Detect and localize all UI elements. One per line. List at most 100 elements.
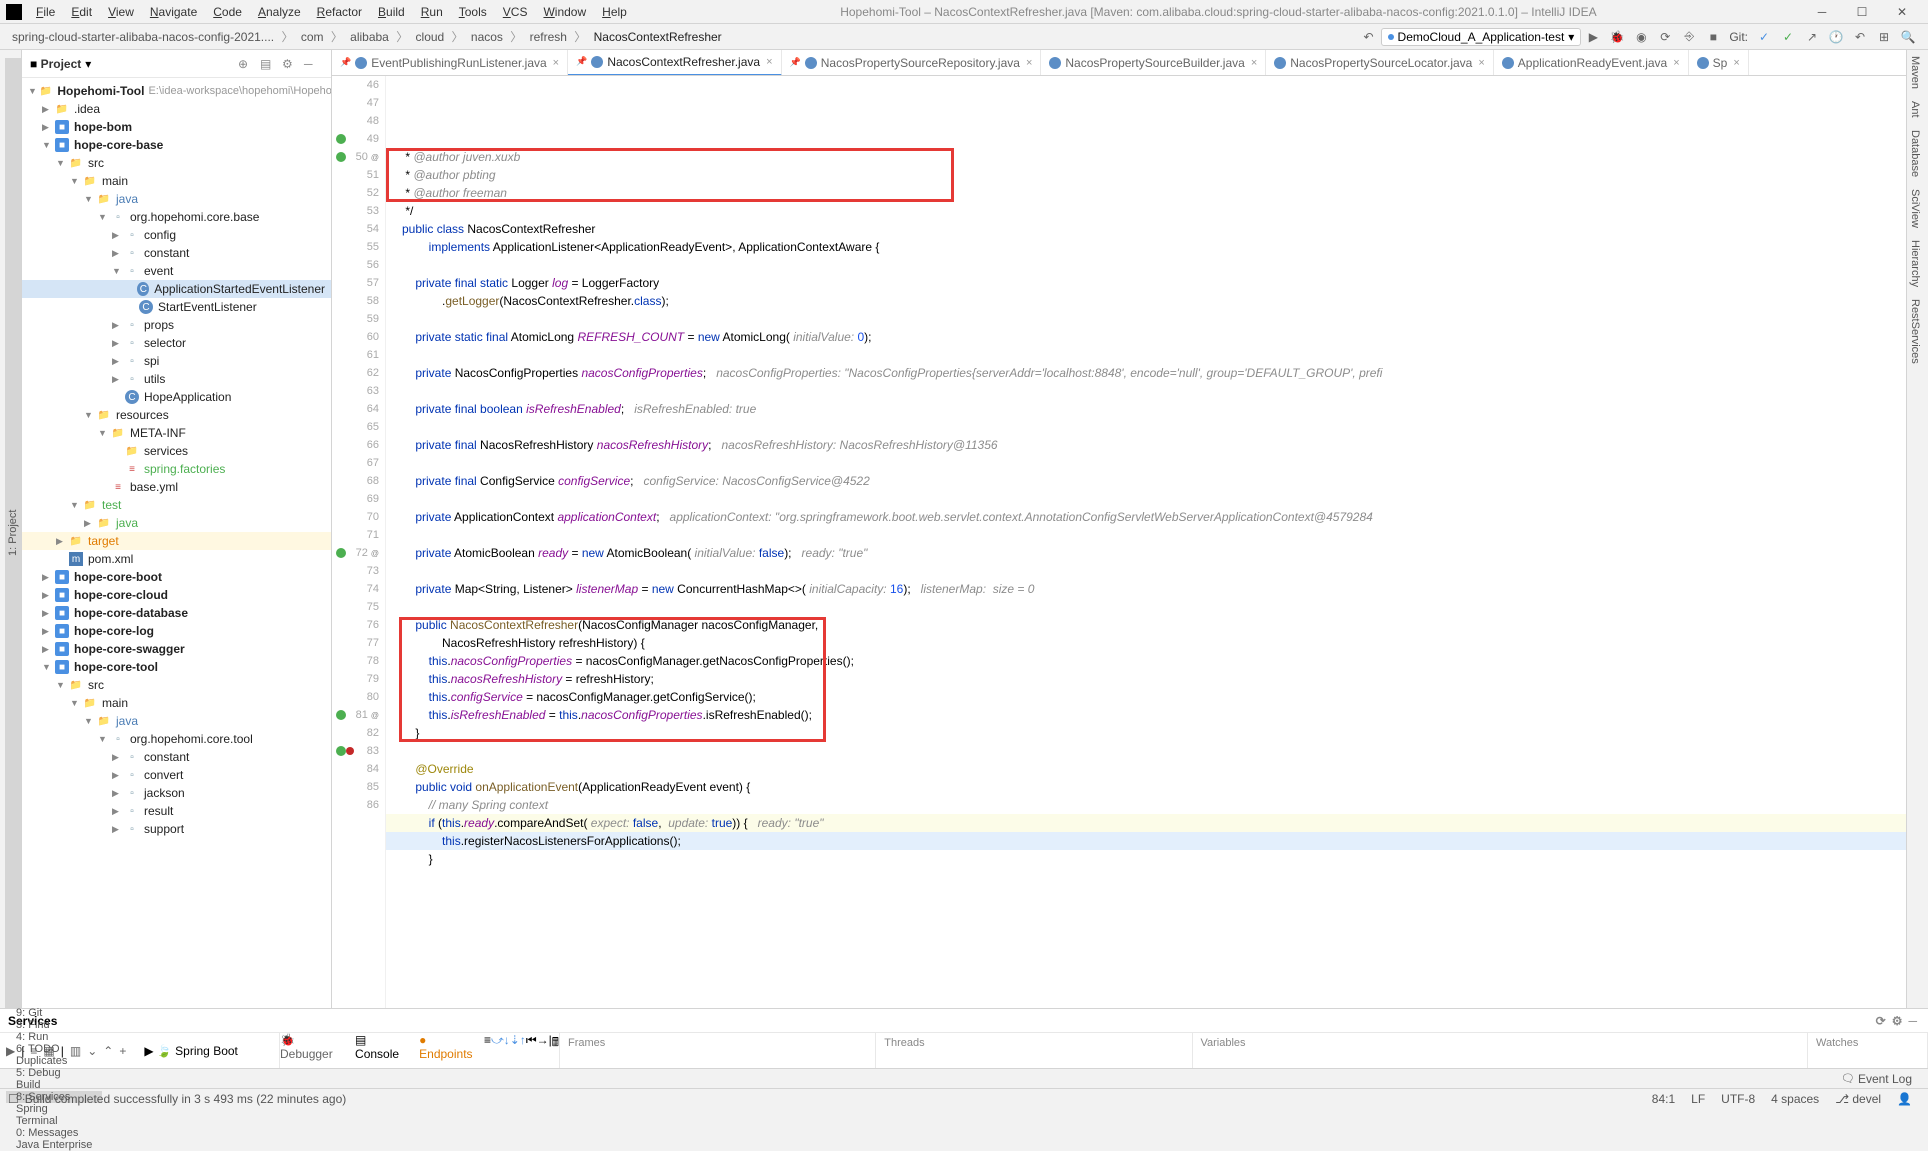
git-rollback-icon[interactable]: ↶ [1851, 28, 1869, 46]
tree-node[interactable]: ▶■hope-core-database [22, 604, 331, 622]
tool-tab-build[interactable]: Build [6, 1079, 102, 1091]
tree-node[interactable]: CStartEventListener [22, 298, 331, 316]
tree-node[interactable]: ▼📁main [22, 172, 331, 190]
coverage-button[interactable]: ◉ [1632, 28, 1650, 46]
editor-tab[interactable]: NacosPropertySourceLocator.java× [1266, 50, 1494, 76]
editor-tab[interactable]: EventPublishingRunListener.java× [332, 50, 568, 76]
close-button[interactable]: ✕ [1882, 5, 1922, 19]
editor-tab[interactable]: ApplicationReadyEvent.java× [1494, 50, 1689, 76]
tree-node[interactable]: ▶▫selector [22, 334, 331, 352]
tree-node[interactable]: ▼📁test [22, 496, 331, 514]
line-ending[interactable]: LF [1683, 1092, 1713, 1106]
run-config-selector[interactable]: DemoCloud_A_Application-test ▾ [1381, 28, 1582, 46]
attach-button[interactable]: ⎆ [1680, 28, 1698, 46]
tree-node[interactable]: ▼▫event [22, 262, 331, 280]
database-tool-tab[interactable]: Database [1907, 124, 1923, 183]
services-hide-icon[interactable]: ─ [1908, 1014, 1917, 1028]
tree-node[interactable]: ▼■hope-core-tool [22, 658, 331, 676]
tree-node[interactable]: ▶📁.idea [22, 100, 331, 118]
editor-tab[interactable]: NacosContextRefresher.java× [568, 50, 781, 76]
git-history-icon[interactable]: 🕐 [1827, 28, 1845, 46]
tree-node[interactable]: ▶▫convert [22, 766, 331, 784]
indent-info[interactable]: 4 spaces [1763, 1092, 1827, 1106]
tree-node[interactable]: ≡spring.factories [22, 460, 331, 478]
services-collapse-icon[interactable]: ⌃ [103, 1044, 113, 1058]
evaluate-icon[interactable]: 🖩 [552, 1033, 559, 1068]
tree-node[interactable]: CApplicationStartedEventListener [22, 280, 331, 298]
profile-button[interactable]: ⟳ [1656, 28, 1674, 46]
editor-gutter[interactable]: 4647484950 @5152535455565758596061626364… [332, 76, 386, 1008]
menu-code[interactable]: Code [205, 5, 250, 19]
menu-help[interactable]: Help [594, 5, 635, 19]
breadcrumb[interactable]: NacosContextRefresher [590, 30, 726, 44]
debug-button[interactable]: 🐞 [1608, 28, 1626, 46]
tool-tab-javaenterprise[interactable]: Java Enterprise [6, 1139, 102, 1151]
services-gear-icon[interactable]: ⟳ [1876, 1014, 1886, 1028]
maven-tool-tab[interactable]: Maven [1907, 50, 1923, 95]
tree-node[interactable]: ▼📁java [22, 712, 331, 730]
breadcrumb[interactable]: cloud [412, 30, 449, 44]
tree-node[interactable]: ▶▫jackson [22, 784, 331, 802]
hierarchy-tool-tab[interactable]: Hierarchy [1907, 234, 1923, 293]
tree-node[interactable]: ▶▫support [22, 820, 331, 838]
debugger-tab[interactable]: 🐞 Debugger [280, 1033, 343, 1068]
sciview-tool-tab[interactable]: SciView [1907, 183, 1923, 234]
git-branch[interactable]: ⎇ devel [1827, 1092, 1889, 1106]
git-push-icon[interactable]: ↗ [1803, 28, 1821, 46]
endpoints-tab[interactable]: ● Endpoints [419, 1033, 476, 1068]
project-tree[interactable]: ▼📁Hopehomi-ToolE:\idea-workspace\hopehom… [22, 78, 331, 1008]
tree-node[interactable]: ▶▫result [22, 802, 331, 820]
select-opened-icon[interactable]: ⊕ [238, 57, 254, 71]
breadcrumb[interactable]: nacos [467, 30, 507, 44]
tree-node[interactable]: ▶■hope-core-cloud [22, 586, 331, 604]
ide-structure-icon[interactable]: ⊞ [1875, 28, 1893, 46]
menu-build[interactable]: Build [370, 5, 413, 19]
restservices-tool-tab[interactable]: RestServices [1907, 293, 1923, 370]
breadcrumb[interactable]: alibaba [346, 30, 393, 44]
tree-node[interactable]: ▼▫org.hopehomi.core.base [22, 208, 331, 226]
stop-button[interactable]: ■ [1704, 28, 1722, 46]
code-content[interactable]: * @author juven.xuxb * @author pbting * … [386, 76, 1906, 1008]
tree-node[interactable]: ▶■hope-core-log [22, 622, 331, 640]
tree-node[interactable]: ▶▫constant [22, 748, 331, 766]
services-add-icon[interactable]: + [119, 1044, 126, 1058]
menu-tools[interactable]: Tools [451, 5, 495, 19]
menu-analyze[interactable]: Analyze [250, 5, 309, 19]
tree-node[interactable]: CHopeApplication [22, 388, 331, 406]
menu-run[interactable]: Run [413, 5, 451, 19]
editor-body[interactable]: 4647484950 @5152535455565758596061626364… [332, 76, 1906, 1008]
tool-tab-debug[interactable]: 5: Debug [6, 1067, 102, 1079]
tool-tab-todo[interactable]: 6: TODO [6, 1043, 102, 1055]
caret-position[interactable]: 84:1 [1644, 1092, 1683, 1106]
tree-node[interactable]: ▶▫config [22, 226, 331, 244]
tool-tab-find[interactable]: 3: Find [6, 1019, 102, 1031]
services-spring-boot[interactable]: Spring Boot [175, 1044, 238, 1058]
search-icon[interactable]: 🔍 [1899, 28, 1917, 46]
tree-node[interactable]: mpom.xml [22, 550, 331, 568]
tree-node[interactable]: ▶▫spi [22, 352, 331, 370]
tree-node[interactable]: ▼▫org.hopehomi.core.tool [22, 730, 331, 748]
maximize-button[interactable]: ☐ [1842, 5, 1882, 19]
menu-vcs[interactable]: VCS [495, 5, 536, 19]
step-over-icon[interactable]: ⤻ [491, 1033, 504, 1068]
tree-node[interactable]: ▶■hope-core-boot [22, 568, 331, 586]
tool-tab-duplicates[interactable]: Duplicates [6, 1055, 102, 1067]
tree-node[interactable]: 📁services [22, 442, 331, 460]
breadcrumb[interactable]: spring-cloud-starter-alibaba-nacos-confi… [8, 30, 278, 44]
services-settings-icon[interactable]: ⚙ [1892, 1014, 1903, 1028]
run-to-cursor-icon[interactable]: →| [537, 1033, 552, 1068]
run-button[interactable]: ▶ [1584, 28, 1602, 46]
settings-icon[interactable]: ⚙ [282, 57, 298, 71]
console-tab[interactable]: ▤ Console [355, 1033, 407, 1068]
tree-node[interactable]: ▶▫utils [22, 370, 331, 388]
menu-view[interactable]: View [100, 5, 142, 19]
tree-node[interactable]: ▶▫props [22, 316, 331, 334]
tree-node[interactable]: ▶■hope-bom [22, 118, 331, 136]
editor-tab[interactable]: NacosPropertySourceBuilder.java× [1041, 50, 1266, 76]
breadcrumb[interactable]: com [297, 30, 328, 44]
tree-node[interactable]: ▶▫constant [22, 244, 331, 262]
tree-node[interactable]: ▶■hope-core-swagger [22, 640, 331, 658]
tree-node[interactable]: ▼■hope-core-base [22, 136, 331, 154]
force-step-icon[interactable]: ⇣ [510, 1033, 520, 1068]
menu-refactor[interactable]: Refactor [309, 5, 370, 19]
